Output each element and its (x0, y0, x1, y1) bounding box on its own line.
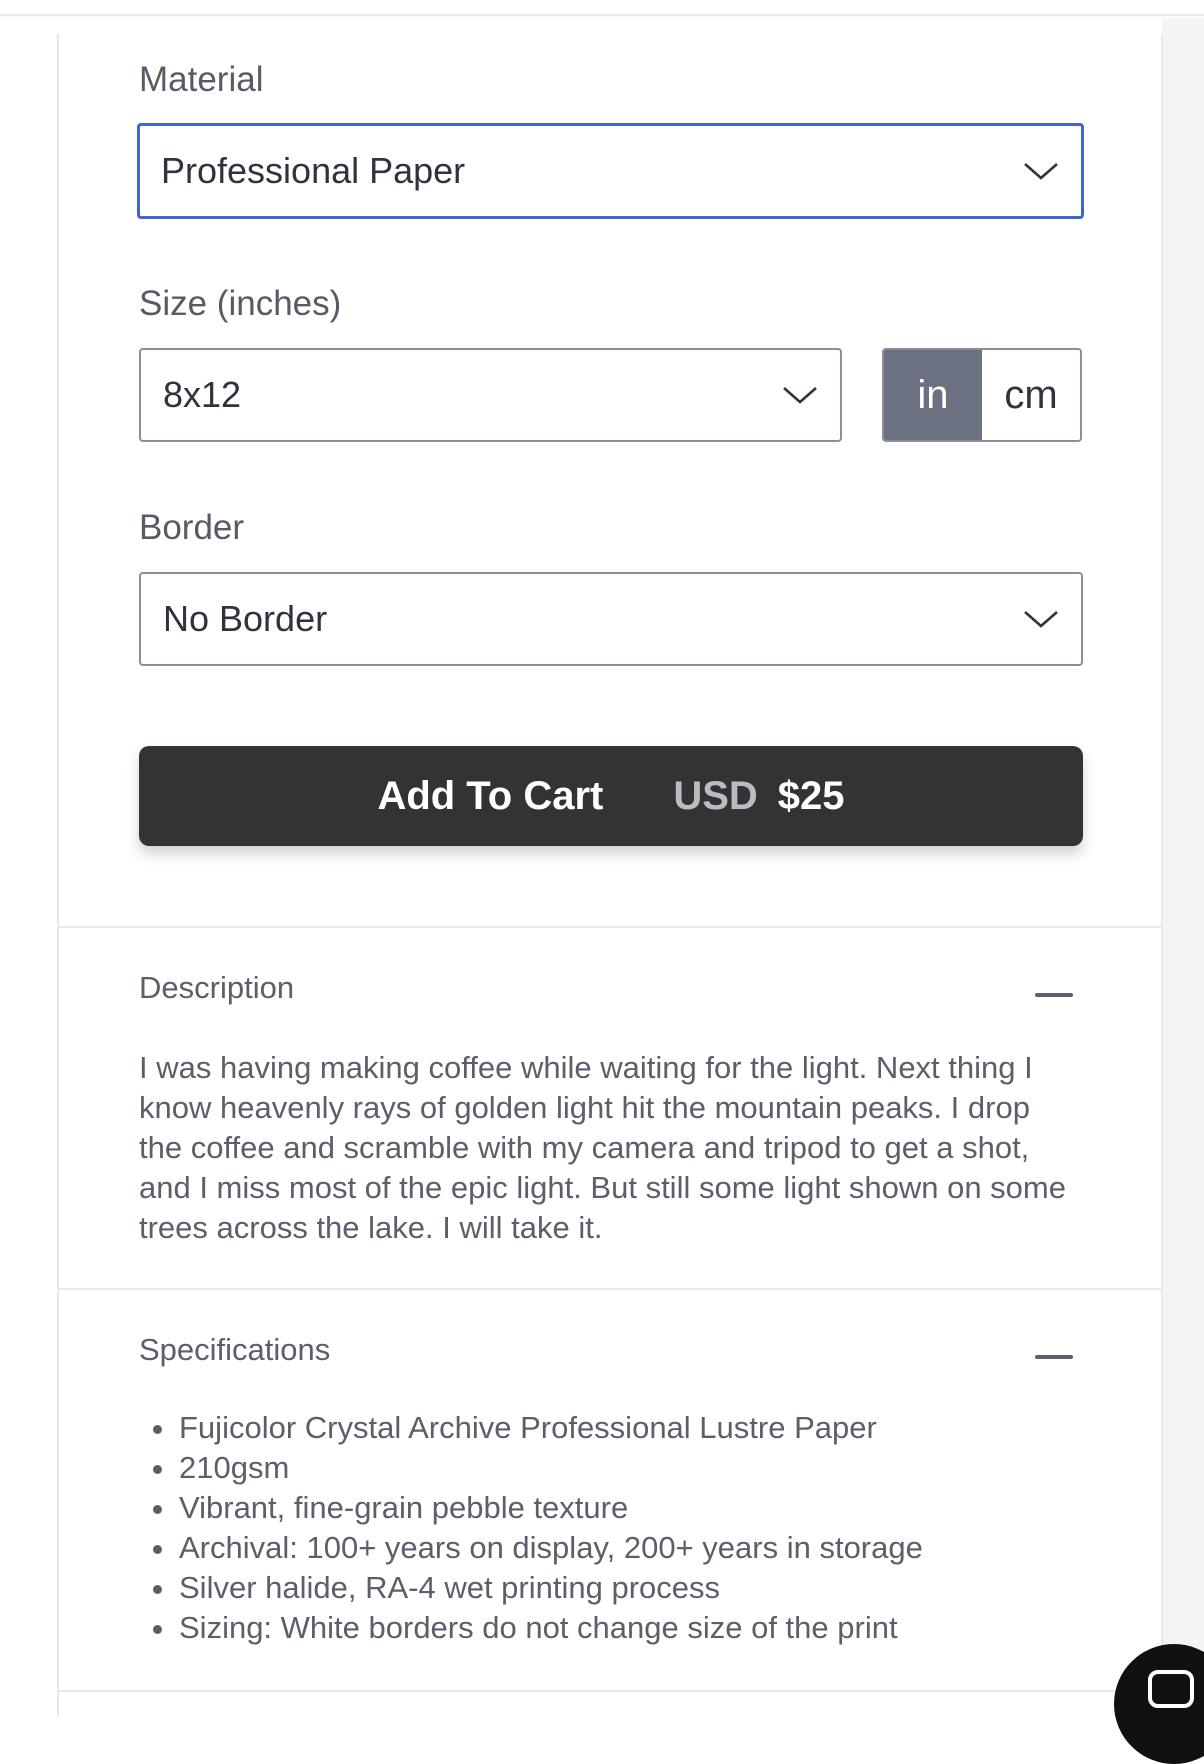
size-label: Size (inches) (139, 284, 342, 323)
list-item: Sizing: White borders do not change size… (139, 1608, 1099, 1648)
specifications-list: Fujicolor Crystal Archive Professional L… (139, 1408, 1099, 1648)
page-gutter (1162, 18, 1204, 1716)
material-select-value: Professional Paper (161, 150, 466, 191)
border-label: Border (139, 508, 245, 547)
section-divider (59, 1288, 1161, 1290)
chat-icon (1148, 1670, 1194, 1708)
price-amount: $25 (777, 773, 845, 818)
unit-toggle: in cm (882, 348, 1082, 442)
material-select[interactable]: Professional Paper (137, 123, 1084, 219)
unit-cm-button[interactable]: cm (982, 350, 1080, 440)
border-select-value: No Border (163, 598, 328, 639)
list-item: Archival: 100+ years on display, 200+ ye… (139, 1528, 1099, 1568)
section-divider (59, 1690, 1161, 1692)
chevron-down-icon (1024, 163, 1058, 180)
chevron-down-icon (783, 387, 817, 404)
size-select[interactable]: 8x12 (139, 348, 842, 442)
border-select[interactable]: No Border (139, 572, 1083, 666)
list-item: Silver halide, RA-4 wet printing process (139, 1568, 1099, 1608)
chevron-down-icon (1024, 611, 1058, 628)
list-item: Vibrant, fine-grain pebble texture (139, 1488, 1099, 1528)
add-to-cart-button[interactable]: Add To Cart USD $25 (139, 746, 1083, 846)
minus-icon[interactable] (1035, 1355, 1073, 1359)
description-text: I was having making coffee while waiting… (139, 1050, 1066, 1245)
size-select-value: 8x12 (163, 374, 242, 415)
list-item: Fujicolor Crystal Archive Professional L… (139, 1408, 1099, 1448)
add-to-cart-label: Add To Cart (377, 773, 604, 818)
top-bar (0, 0, 1204, 16)
unit-in-button[interactable]: in (884, 350, 982, 440)
material-label: Material (139, 60, 264, 99)
section-divider (59, 926, 1161, 928)
list-item: 210gsm (139, 1448, 1099, 1488)
price-currency: USD (673, 773, 758, 818)
description-title[interactable]: Description (139, 970, 294, 1006)
minus-icon[interactable] (1035, 993, 1073, 997)
specifications-title[interactable]: Specifications (139, 1332, 330, 1368)
